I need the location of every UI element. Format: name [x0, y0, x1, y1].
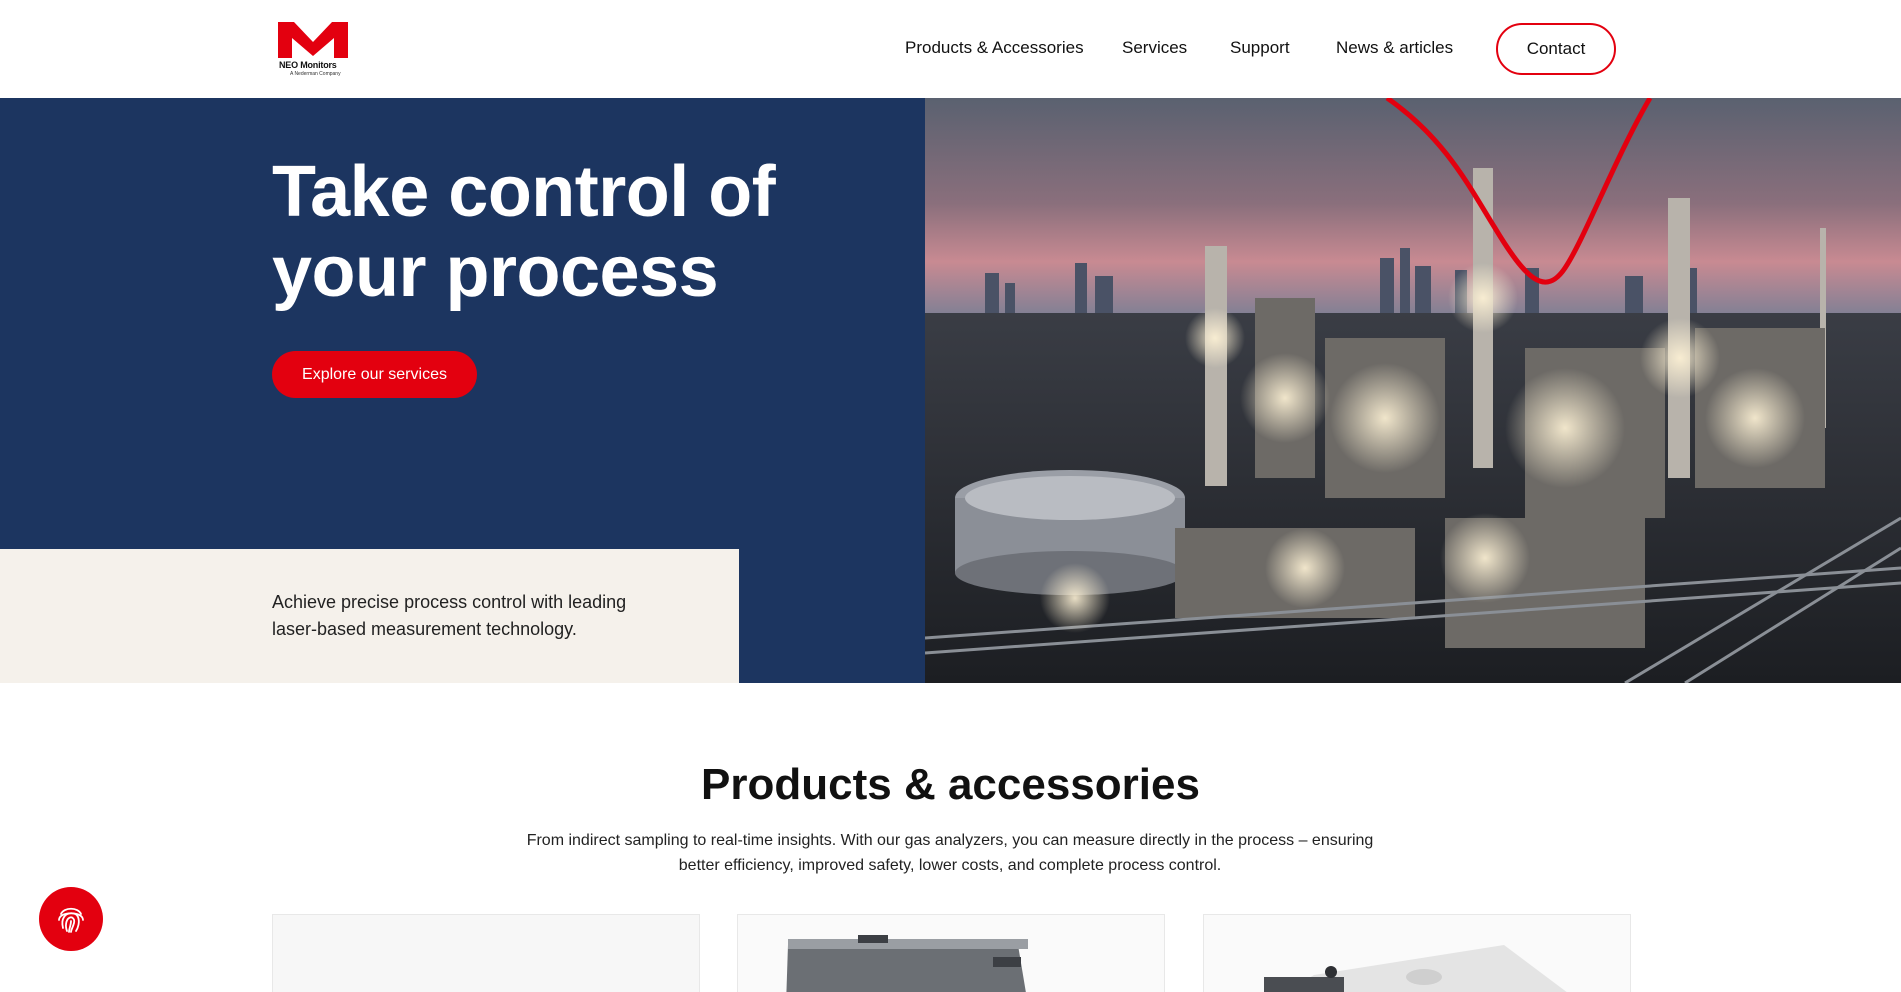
nav-services[interactable]: Services	[1122, 38, 1187, 58]
refinery-hero-image	[925, 98, 1901, 683]
product-card[interactable]	[1203, 914, 1631, 992]
product-card[interactable]	[737, 914, 1165, 992]
products-section-description: From indirect sampling to real-time insi…	[526, 832, 1374, 874]
fingerprint-icon	[58, 907, 84, 933]
hero-description: Achieve precise process control with lea…	[272, 592, 627, 639]
logo-subtext: A Nederman Company	[290, 71, 341, 77]
hero-title-line2: your process	[272, 232, 719, 312]
logo-text: NEO Monitors	[279, 60, 337, 70]
hero-title-line1: Take control of	[272, 152, 776, 232]
contact-button[interactable]: Contact	[1496, 23, 1616, 75]
product-image	[273, 915, 699, 992]
neo-monitors-logo[interactable]: NEO Monitors A Nederman Company	[278, 20, 348, 78]
logo-mark	[278, 22, 348, 58]
nav-news-articles[interactable]: News & articles	[1336, 38, 1453, 58]
product-image	[738, 915, 1164, 992]
site-header: NEO Monitors A Nederman Company Products…	[0, 0, 1901, 98]
nav-products-accessories[interactable]: Products & Accessories	[905, 38, 1084, 58]
cookie-consent-button[interactable]	[39, 887, 103, 951]
product-image	[1204, 915, 1630, 992]
explore-services-button[interactable]: Explore our services	[272, 351, 477, 398]
products-section-title: Products & accessories	[701, 760, 1200, 809]
nav-support[interactable]: Support	[1230, 38, 1290, 58]
hero-title: Take control of your process	[272, 152, 832, 312]
product-card[interactable]	[272, 914, 700, 992]
